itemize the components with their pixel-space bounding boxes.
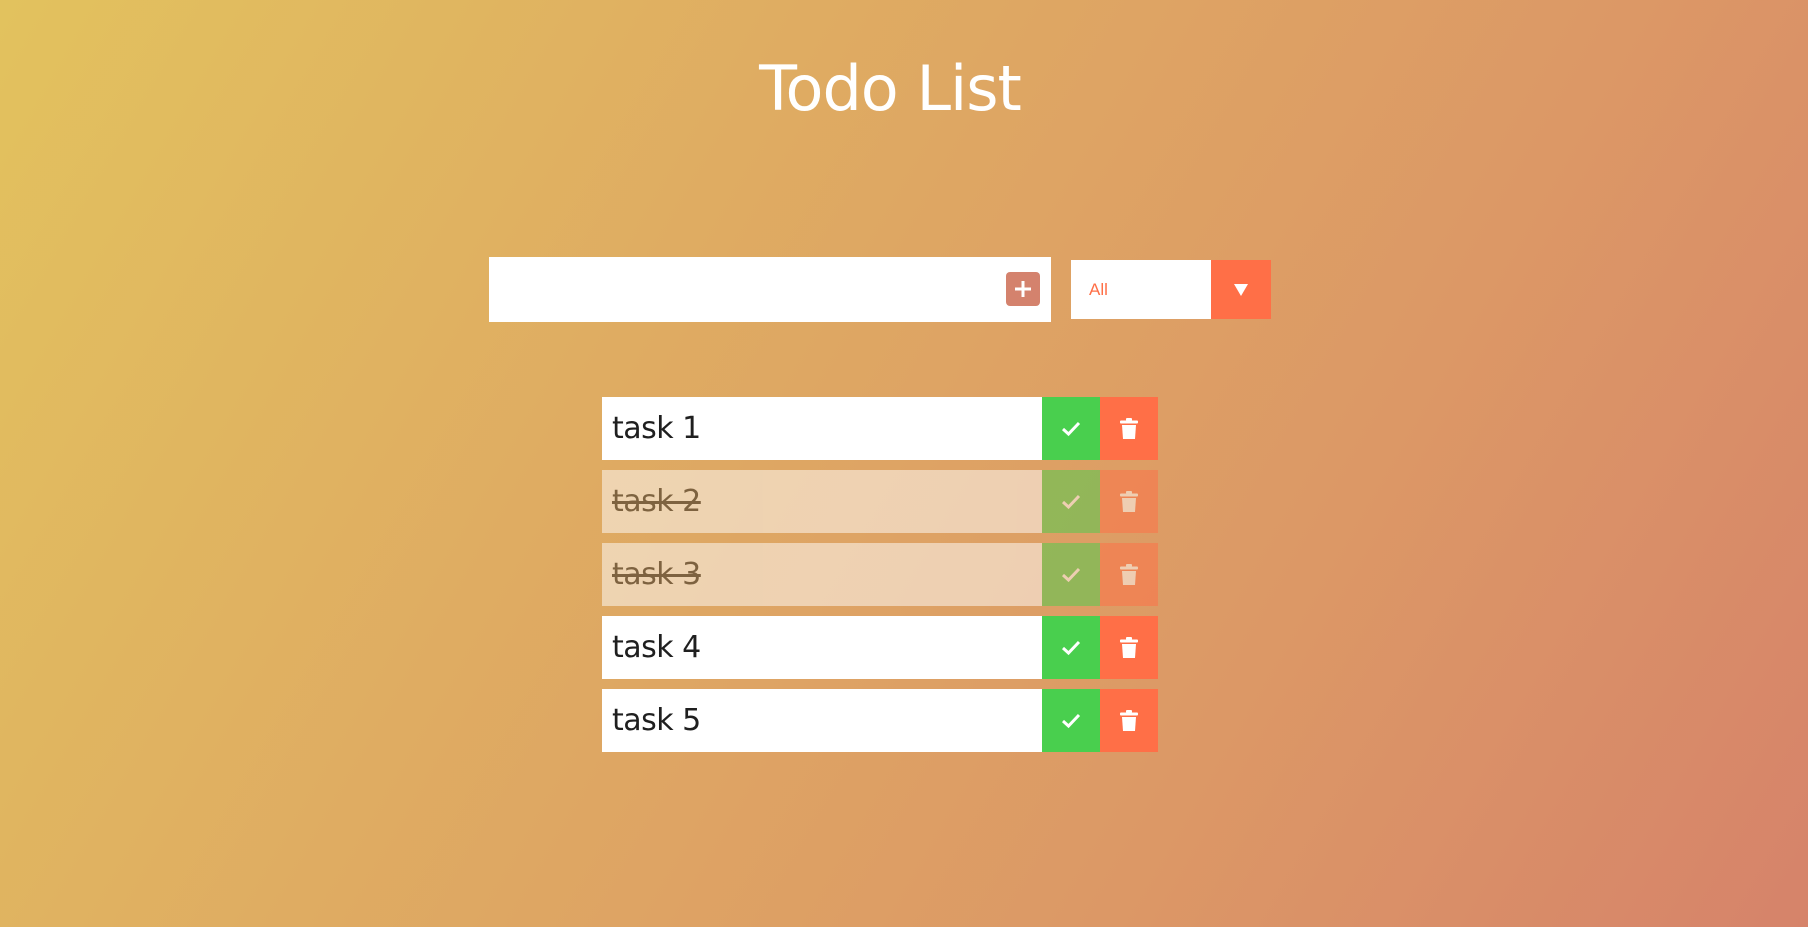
todo-item: task 1	[602, 397, 1158, 460]
todo-input-container	[489, 257, 1051, 322]
todo-item-completed: task 3	[602, 543, 1158, 606]
todo-text: task 1	[612, 411, 701, 446]
complete-button[interactable]	[1042, 397, 1100, 460]
complete-button[interactable]	[1042, 616, 1100, 679]
check-icon	[1061, 640, 1081, 655]
add-todo-button[interactable]	[1006, 272, 1040, 306]
delete-button[interactable]	[1100, 689, 1158, 752]
trash-icon	[1120, 636, 1138, 658]
todo-list: task 1 task 2 task 3 task 4 task 5	[602, 397, 1158, 762]
todo-text: task 5	[612, 703, 701, 738]
todo-item-completed: task 2	[602, 470, 1158, 533]
trash-icon	[1120, 490, 1138, 512]
trash-icon	[1120, 563, 1138, 585]
todo-item: task 4	[602, 616, 1158, 679]
complete-button[interactable]	[1042, 543, 1100, 606]
filter-dropdown-button[interactable]	[1211, 260, 1271, 319]
delete-button[interactable]	[1100, 397, 1158, 460]
complete-button[interactable]	[1042, 470, 1100, 533]
delete-button[interactable]	[1100, 470, 1158, 533]
delete-button[interactable]	[1100, 543, 1158, 606]
todo-input[interactable]	[489, 257, 979, 322]
trash-icon	[1120, 417, 1138, 439]
todo-item: task 5	[602, 689, 1158, 752]
plus-icon	[1015, 281, 1031, 297]
todo-text: task 4	[612, 630, 701, 665]
check-icon	[1061, 494, 1081, 509]
page-title: Todo List	[759, 52, 1022, 125]
check-icon	[1061, 567, 1081, 582]
todo-text: task 3	[612, 557, 701, 592]
check-icon	[1061, 421, 1081, 436]
caret-down-icon	[1234, 283, 1248, 296]
todo-text: task 2	[612, 484, 701, 519]
complete-button[interactable]	[1042, 689, 1100, 752]
delete-button[interactable]	[1100, 616, 1158, 679]
filter-select[interactable]: All	[1071, 260, 1271, 319]
filter-selected-value: All	[1089, 280, 1108, 299]
check-icon	[1061, 713, 1081, 728]
trash-icon	[1120, 709, 1138, 731]
